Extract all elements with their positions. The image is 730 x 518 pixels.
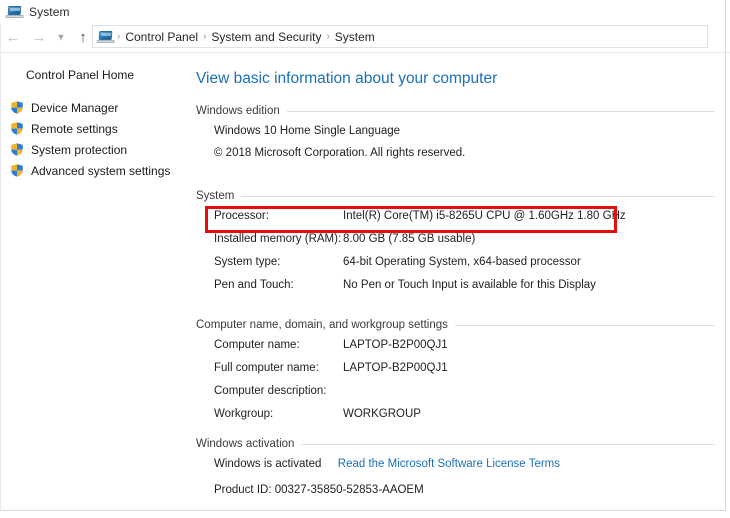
row-value: WORKGROUP <box>343 408 421 420</box>
main-panel: View basic information about your comput… <box>190 53 730 510</box>
row-label: Installed memory (RAM): <box>214 233 341 245</box>
product-id: Product ID: 00327-35850-52853-AAOEM <box>214 484 424 496</box>
sidebar-item-system-protection[interactable]: System protection <box>0 139 190 160</box>
row-label: Full computer name: <box>214 362 319 374</box>
uac-shield-icon <box>10 121 24 136</box>
section-windows-edition: Windows edition Windows 10 Home Single L… <box>190 103 715 119</box>
row-value: No Pen or Touch Input is available for t… <box>343 279 596 291</box>
back-arrow-icon[interactable]: ← <box>0 26 26 50</box>
sidebar: Control Panel Home Device Manager <box>0 53 190 510</box>
computer-monitor-icon <box>7 4 23 20</box>
workgroup-row: Workgroup: WORKGROUP <box>190 408 715 430</box>
section-computer-name: Computer name, domain, and workgroup set… <box>190 317 715 333</box>
uac-shield-icon <box>10 142 24 157</box>
row-label: Workgroup: <box>214 408 273 420</box>
window-border-right <box>725 0 726 511</box>
row-label: Processor: <box>214 210 269 222</box>
section-rule <box>301 444 715 445</box>
sidebar-item-label: Device Manager <box>31 101 118 115</box>
sidebar-item-remote-settings[interactable]: Remote settings <box>0 118 190 139</box>
breadcrumb-item-control-panel[interactable]: Control Panel <box>121 30 202 44</box>
section-windows-activation: Windows activation Windows is activated … <box>190 436 715 452</box>
window-title: System <box>29 5 70 19</box>
row-label: Computer description: <box>214 385 327 397</box>
computer-description-row: Computer description: <box>190 385 715 407</box>
section-rule <box>241 196 715 197</box>
chevron-down-icon[interactable]: ▼ <box>52 26 70 50</box>
activation-status: Windows is activated <box>214 458 321 470</box>
page-title: View basic information about your comput… <box>196 70 497 88</box>
section-system: System Processor: Intel(R) Core(TM) i5-8… <box>190 188 715 204</box>
sidebar-item-control-panel-home[interactable]: Control Panel Home <box>26 68 190 82</box>
sidebar-item-label: Remote settings <box>31 122 118 136</box>
section-header: Computer name, domain, and workgroup set… <box>190 317 715 333</box>
row-value: 64-bit Operating System, x64-based proce… <box>343 256 581 268</box>
pen-and-touch-row: Pen and Touch: No Pen or Touch Input is … <box>190 279 715 301</box>
processor-row: Processor: Intel(R) Core(TM) i5-8265U CP… <box>190 210 715 232</box>
window-border-left <box>0 23 1 511</box>
window-titlebar: System <box>0 0 730 23</box>
activation-status-row: Windows is activated Read the Microsoft … <box>214 458 560 470</box>
sidebar-item-label: Advanced system settings <box>31 164 170 178</box>
section-rule <box>287 111 715 112</box>
section-header: Windows activation <box>190 436 715 452</box>
section-header: System <box>190 188 715 204</box>
license-terms-link[interactable]: Read the Microsoft Software License Term… <box>338 458 560 470</box>
uac-shield-icon <box>10 100 24 115</box>
row-value: 8.00 GB (7.85 GB usable) <box>343 233 475 245</box>
address-bar[interactable]: › Control Panel › System and Security › … <box>92 25 708 48</box>
breadcrumb-computer-icon <box>98 29 114 45</box>
sidebar-item-device-manager[interactable]: Device Manager <box>0 97 190 118</box>
computer-name-row: Computer name: LAPTOP-B2P00QJ1 <box>190 339 715 361</box>
row-value: Intel(R) Core(TM) i5-8265U CPU @ 1.60GHz… <box>343 210 626 222</box>
row-label: System type: <box>214 256 280 268</box>
section-title: Windows activation <box>190 438 301 450</box>
section-header: Windows edition <box>190 103 715 119</box>
row-label: Pen and Touch: <box>214 279 294 291</box>
sidebar-item-advanced-system-settings[interactable]: Advanced system settings <box>0 160 190 181</box>
forward-arrow-icon[interactable]: → <box>26 26 52 50</box>
row-label: Computer name: <box>214 339 300 351</box>
section-title: System <box>190 190 241 202</box>
breadcrumb-item-system-and-security[interactable]: System and Security <box>207 30 325 44</box>
system-control-panel-window: System ← → ▼ ↑ › Control Panel › System … <box>0 0 730 518</box>
sidebar-item-label: System protection <box>31 143 127 157</box>
row-value: LAPTOP-B2P00QJ1 <box>343 362 448 374</box>
system-type-row: System type: 64-bit Operating System, x6… <box>190 256 715 278</box>
installed-memory-row: Installed memory (RAM): 8.00 GB (7.85 GB… <box>190 233 715 255</box>
full-computer-name-row: Full computer name: LAPTOP-B2P00QJ1 <box>190 362 715 384</box>
section-title: Computer name, domain, and workgroup set… <box>190 319 455 331</box>
content-area: Control Panel Home Device Manager <box>0 53 730 510</box>
windows-edition-value: Windows 10 Home Single Language <box>214 125 400 137</box>
section-rule <box>455 325 715 326</box>
window-border-bottom <box>0 510 726 511</box>
section-title: Windows edition <box>190 105 287 117</box>
row-value: LAPTOP-B2P00QJ1 <box>343 339 448 351</box>
uac-shield-icon <box>10 163 24 178</box>
breadcrumb-item-system[interactable]: System <box>331 30 379 44</box>
windows-copyright: © 2018 Microsoft Corporation. All rights… <box>214 147 465 159</box>
